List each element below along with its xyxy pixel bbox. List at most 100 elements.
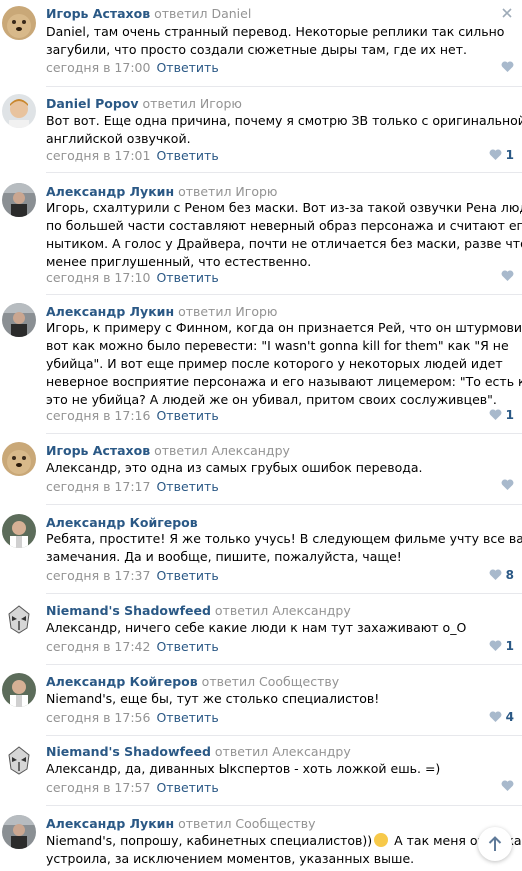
scroll-to-top-button[interactable] <box>478 827 512 861</box>
reply-target[interactable]: ответил Сообществу <box>202 674 339 689</box>
text-line: Niemand's, еще бы, тут же столько специа… <box>46 691 380 706</box>
heart-icon <box>489 711 502 722</box>
author-name[interactable]: Daniel Popov <box>46 96 139 111</box>
comment-text: Вот вот. Еще одна причина, почему я смот… <box>46 112 522 148</box>
text-line: Ребята, простите! Я же только учусь! В с… <box>46 531 522 546</box>
avatar[interactable] <box>2 183 36 217</box>
reply-button[interactable]: Ответить <box>156 148 218 163</box>
comment-text: Игорь, схалтурили с Реном без маски. Вот… <box>46 199 522 271</box>
heart-icon <box>489 149 502 160</box>
reply-target[interactable]: ответил Daniel <box>154 6 251 21</box>
text-line: менее приглушенный, что естественно. <box>46 254 312 269</box>
comment-time[interactable]: сегодня в 17:01 <box>46 148 150 163</box>
text-line: Вот вот. Еще одна причина, почему я смот… <box>46 113 522 128</box>
comment-time[interactable]: сегодня в 17:37 <box>46 568 150 583</box>
like-button[interactable]: 8 <box>489 568 514 582</box>
text-line: Игорь, к примеру с Финном, когда он приз… <box>46 320 522 335</box>
comment-text: Александр, это одна из самых грубых ошиб… <box>46 459 506 477</box>
reply-target[interactable]: ответил Александру <box>215 603 351 618</box>
avatar[interactable] <box>2 514 36 548</box>
text-line: загубили, что просто создали сюжетные ды… <box>46 42 467 57</box>
avatar[interactable] <box>2 602 36 636</box>
like-button[interactable] <box>501 780 514 792</box>
avatar[interactable] <box>2 94 36 128</box>
author-name[interactable]: Александр Лукин <box>46 304 174 319</box>
divider <box>46 172 522 173</box>
like-count: 1 <box>505 408 514 422</box>
avatar[interactable] <box>2 6 36 40</box>
like-count: 1 <box>505 148 514 162</box>
author-name[interactable]: Александр Койгеров <box>46 674 198 689</box>
like-button[interactable]: 1 <box>489 148 514 162</box>
comment-time[interactable]: сегодня в 17:17 <box>46 479 150 494</box>
like-button[interactable]: 1 <box>489 408 514 422</box>
comment-text: Ребята, простите! Я же только учусь! В с… <box>46 530 522 566</box>
comment-text: Александр, да, диванных Ыкспертов - хоть… <box>46 760 506 778</box>
comment-time[interactable]: сегодня в 17:42 <box>46 639 150 654</box>
like-button[interactable] <box>501 61 514 73</box>
author-name[interactable]: Niemand's Shadowfeed <box>46 603 211 618</box>
reply-button[interactable]: Ответить <box>156 639 218 654</box>
heart-icon <box>501 780 514 791</box>
text-line: замечания. Да и вообще, пишите, пожалуйс… <box>46 549 402 564</box>
divider <box>46 805 522 806</box>
reply-target[interactable]: ответил Александру <box>154 443 290 458</box>
avatar[interactable] <box>2 743 36 777</box>
author-name[interactable]: Игорь Астахов <box>46 6 150 21</box>
like-count: 4 <box>505 710 514 724</box>
like-button[interactable] <box>501 479 514 491</box>
comment-text: Игорь, к примеру с Финном, когда он приз… <box>46 319 522 409</box>
avatar[interactable] <box>2 442 36 476</box>
text-line: устроила, за исключением моментов, указа… <box>46 851 415 866</box>
text-line: Александр, да, диванных Ыкспертов - хоть… <box>46 761 441 776</box>
reply-button[interactable]: Ответить <box>156 408 218 423</box>
comment-text: Александр, ничего себе какие люди к нам … <box>46 619 506 637</box>
like-button[interactable] <box>501 270 514 282</box>
reply-target[interactable]: ответил Сообществу <box>178 816 315 831</box>
comment-text: Niemand's, попрошу, кабинетных специалис… <box>46 832 522 868</box>
text-line: Александр, это одна из самых грубых ошиб… <box>46 460 423 475</box>
reply-button[interactable]: Ответить <box>156 479 218 494</box>
author-name[interactable]: Александр Лукин <box>46 816 174 831</box>
reply-target[interactable]: ответил Игорю <box>143 96 242 111</box>
reply-button[interactable]: Ответить <box>156 710 218 725</box>
like-button[interactable]: 4 <box>489 710 514 724</box>
text-line: Александр, ничего себе какие люди к нам … <box>46 620 467 635</box>
like-count: 1 <box>505 639 514 653</box>
comment-text: Daniel, там очень странный перевод. Неко… <box>46 23 506 59</box>
author-name[interactable]: Александр Койгеров <box>46 515 198 530</box>
avatar[interactable] <box>2 673 36 707</box>
reply-button[interactable]: Ответить <box>156 60 218 75</box>
author-name[interactable]: Александр Лукин <box>46 184 174 199</box>
text-line: Игорь, схалтурили с Реном без маски. Вот… <box>46 200 522 215</box>
text-line: Niemand's, попрошу, кабинетных специалис… <box>46 832 522 850</box>
close-icon[interactable] <box>502 6 512 22</box>
comment-time[interactable]: сегодня в 17:56 <box>46 710 150 725</box>
text-line: вот как можно было перевести: "I wasn't … <box>46 338 509 353</box>
comment-time[interactable]: сегодня в 17:16 <box>46 408 150 423</box>
divider <box>46 735 522 736</box>
reply-target[interactable]: ответил Игорю <box>178 304 277 319</box>
reply-button[interactable]: Ответить <box>156 780 218 795</box>
smile-emoji-icon <box>374 833 389 847</box>
divider <box>46 433 522 434</box>
comment-time[interactable]: сегодня в 17:00 <box>46 60 150 75</box>
heart-icon <box>489 640 502 651</box>
reply-target[interactable]: ответил Александру <box>215 744 351 759</box>
text-line: нытиком. А голос у Драйвера, почти не от… <box>46 236 522 251</box>
reply-button[interactable]: Ответить <box>156 568 218 583</box>
avatar[interactable] <box>2 815 36 849</box>
author-name[interactable]: Игорь Астахов <box>46 443 150 458</box>
text-line: Daniel, там очень странный перевод. Неко… <box>46 24 505 39</box>
divider <box>46 593 522 594</box>
heart-icon <box>501 479 514 490</box>
comment-time[interactable]: сегодня в 17:10 <box>46 270 150 285</box>
heart-icon <box>501 61 514 72</box>
comment-time[interactable]: сегодня в 17:57 <box>46 780 150 795</box>
avatar[interactable] <box>2 303 36 337</box>
like-button[interactable]: 1 <box>489 639 514 653</box>
text-line: по большей части составляют неверный обр… <box>46 218 522 233</box>
reply-target[interactable]: ответил Игорю <box>178 184 277 199</box>
author-name[interactable]: Niemand's Shadowfeed <box>46 744 211 759</box>
reply-button[interactable]: Ответить <box>156 270 218 285</box>
